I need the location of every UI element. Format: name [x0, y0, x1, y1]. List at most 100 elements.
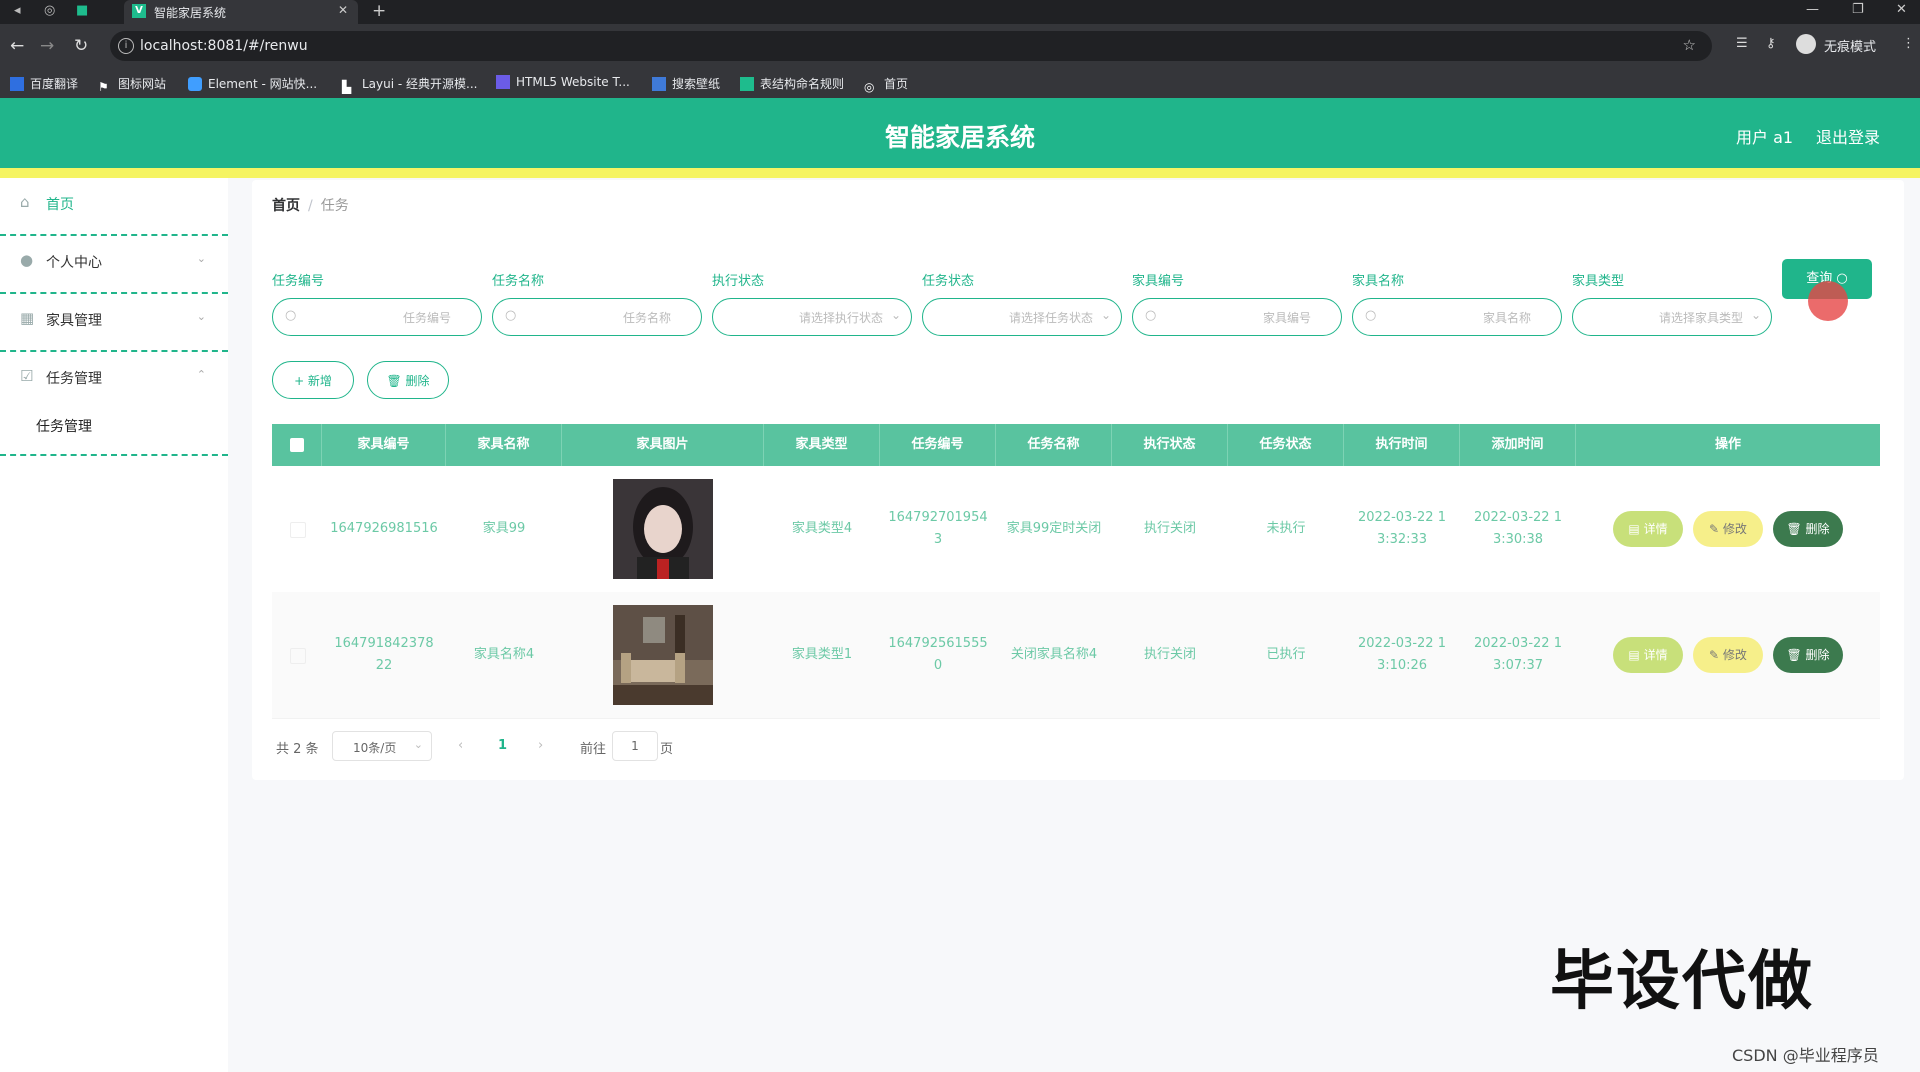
browser-tab-strip: ◂ ◎ ■ V 智能家居系统 ✕ + — ❐ ✕ — [0, 0, 1920, 24]
address-bar[interactable]: i localhost:8081/#/renwu ☆ — [110, 31, 1712, 61]
pagination-total: 共 2 条 — [276, 742, 319, 757]
detail-button[interactable]: ▤ 详情 — [1613, 511, 1683, 547]
task-name-input[interactable]: ○ 任务名称 — [492, 298, 702, 336]
bookmark-item[interactable]: Element - 网站快... — [188, 75, 317, 92]
cell-furniture-type: 家具类型4 — [791, 521, 853, 536]
cell-exec-time: 2022-03-22 13:32:33 — [1358, 510, 1446, 547]
breadcrumb-separator: / — [308, 198, 313, 214]
task-status-select[interactable]: 请选择任务状态 ⌄ — [922, 298, 1122, 336]
key-icon[interactable]: ⚷ — [1766, 36, 1776, 51]
tab-audio-icon[interactable]: ◂ — [14, 3, 21, 18]
filter-label-task-name: 任务名称 — [492, 274, 545, 289]
app-title: 智能家居系统 — [884, 123, 1035, 152]
page-size-select[interactable]: 10条/页 ⌄ — [332, 731, 432, 761]
site-info-icon[interactable]: i — [118, 38, 134, 54]
sidebar-item-tasks[interactable]: ☑ 任务管理 ⌃ — [0, 352, 228, 408]
cell-actions: ▤ 详情 ✎ 修改 🗑 删除 — [1576, 466, 1880, 592]
sidebar-item-label: 个人中心 — [46, 255, 102, 271]
goto-page-input[interactable]: 1 — [612, 731, 658, 761]
breadcrumb-home[interactable]: 首页 — [272, 198, 300, 214]
sidebar-subitem-task-management[interactable]: 任务管理 — [0, 404, 228, 456]
prev-page-button[interactable]: ‹ — [458, 738, 463, 753]
reading-list-icon[interactable]: ☰ — [1736, 36, 1748, 51]
sidebar-subitem-label: 任务管理 — [36, 419, 92, 435]
current-user[interactable]: 用户 a1 — [1736, 124, 1793, 148]
sidebar-item-label: 任务管理 — [46, 371, 102, 387]
page-number-current[interactable]: 1 — [498, 738, 507, 753]
page-size-value: 10条/页 — [353, 741, 397, 755]
furniture-name-input[interactable]: ○ 家具名称 — [1352, 298, 1562, 336]
browser-tab-active[interactable]: V 智能家居系统 ✕ — [124, 0, 358, 24]
exec-status-select[interactable]: 请选择执行状态 ⌄ — [712, 298, 912, 336]
furniture-photo-sofa[interactable] — [613, 605, 713, 705]
bookmark-item[interactable]: ◎ 首页 — [864, 75, 908, 94]
select-all-checkbox[interactable] — [272, 424, 322, 466]
column-header: 执行时间 — [1344, 424, 1460, 466]
column-header: 任务编号 — [880, 424, 996, 466]
cell-task-name: 家具99定时关闭 — [1006, 521, 1102, 536]
restore-icon[interactable]: ❐ — [1852, 2, 1864, 17]
bookmark-item[interactable]: HTML5 Website T... — [496, 75, 630, 89]
filter-label-exec-status: 执行状态 — [712, 274, 765, 289]
edit-button[interactable]: ✎ 修改 — [1693, 511, 1763, 547]
cell-furniture-name: 家具99 — [482, 521, 526, 536]
column-header: 家具类型 — [764, 424, 880, 466]
sidebar-item-furniture[interactable]: ▦ 家具管理 ⌄ — [0, 294, 228, 352]
chevron-down-icon: ⌄ — [196, 252, 206, 265]
reload-icon[interactable]: ↻ — [74, 36, 88, 56]
cell-task-status: 未执行 — [1266, 521, 1306, 536]
back-icon[interactable]: ← — [10, 36, 24, 56]
edit-button[interactable]: ✎ 修改 — [1693, 637, 1763, 673]
furniture-photo-portrait[interactable] — [613, 479, 713, 579]
bookmark-item[interactable]: ⚑ 图标网站 — [98, 75, 166, 94]
globe-icon[interactable]: ◎ — [44, 3, 55, 18]
detail-button[interactable]: ▤ 详情 — [1613, 637, 1683, 673]
sidebar-item-label: 首页 — [46, 197, 74, 213]
cell-add-time: 2022-03-22 13:07:37 — [1474, 636, 1562, 673]
row-checkbox[interactable] — [290, 522, 306, 538]
batch-delete-label: 删除 — [405, 374, 430, 388]
column-header: 家具编号 — [322, 424, 446, 466]
incognito-label: 无痕模式 — [1824, 40, 1877, 55]
row-checkbox[interactable] — [290, 648, 306, 664]
furniture-no-input[interactable]: ○ 家具编号 — [1132, 298, 1342, 336]
new-tab-button[interactable]: + — [372, 1, 386, 21]
cell-furniture-photo — [562, 592, 764, 718]
add-button[interactable]: + 新增 — [272, 361, 354, 399]
bookmark-item[interactable]: 表结构命名规则 — [740, 75, 844, 92]
forward-icon[interactable]: → — [40, 36, 54, 56]
select-placeholder: 请选择执行状态 — [798, 311, 883, 325]
column-header: 任务名称 — [996, 424, 1112, 466]
close-tab-icon[interactable]: ✕ — [338, 3, 348, 17]
browser-menu-icon[interactable]: ⋮ — [1902, 36, 1915, 51]
batch-delete-button[interactable]: 🗑 删除 — [367, 361, 449, 399]
sidebar-item-label: 家具管理 — [46, 313, 102, 329]
task-no-input[interactable]: ○ 任务编号 — [272, 298, 482, 336]
tab-favicon-icon[interactable]: ■ — [76, 3, 88, 18]
minimize-icon[interactable]: — — [1806, 2, 1819, 17]
cell-furniture-name: 家具名称4 — [473, 647, 535, 662]
select-placeholder: 请选择家具类型 — [1658, 311, 1743, 325]
bookmark-item[interactable]: ▙ Layui - 经典开源模... — [342, 75, 477, 94]
app-header: 智能家居系统 用户 a1 退出登录 — [0, 98, 1920, 168]
incognito-avatar-icon[interactable] — [1796, 34, 1816, 54]
delete-button[interactable]: 🗑 删除 — [1773, 511, 1843, 547]
next-page-button[interactable]: › — [538, 738, 543, 753]
bookmark-item[interactable]: 百度翻译 — [10, 75, 78, 92]
bookmark-star-icon[interactable]: ☆ — [1683, 36, 1696, 54]
sidebar-item-profile[interactable]: ● 个人中心 ⌄ — [0, 236, 228, 294]
sidebar-item-home[interactable]: ⌂ 首页 — [0, 178, 228, 236]
logout-link[interactable]: 退出登录 — [1816, 124, 1880, 148]
furniture-type-select[interactable]: 请选择家具类型 ⌄ — [1572, 298, 1772, 336]
delete-button[interactable]: 🗑 删除 — [1773, 637, 1843, 673]
header-accent-bar — [0, 168, 1920, 178]
cell-furniture-type: 家具类型1 — [791, 647, 853, 662]
cell-exec-status: 执行关闭 — [1143, 647, 1196, 662]
bookmark-item[interactable]: 搜索壁纸 — [652, 75, 720, 92]
window-close-icon[interactable]: ✕ — [1896, 2, 1907, 17]
goto-label: 前往 — [580, 742, 607, 757]
table-row: 164791842378 22 家具名称4 家具类型1 164792561555… — [272, 592, 1880, 719]
check-square-icon: ☑ — [20, 367, 34, 385]
column-header: 操作 — [1714, 437, 1741, 452]
chevron-down-icon: ⌄ — [1750, 308, 1761, 322]
